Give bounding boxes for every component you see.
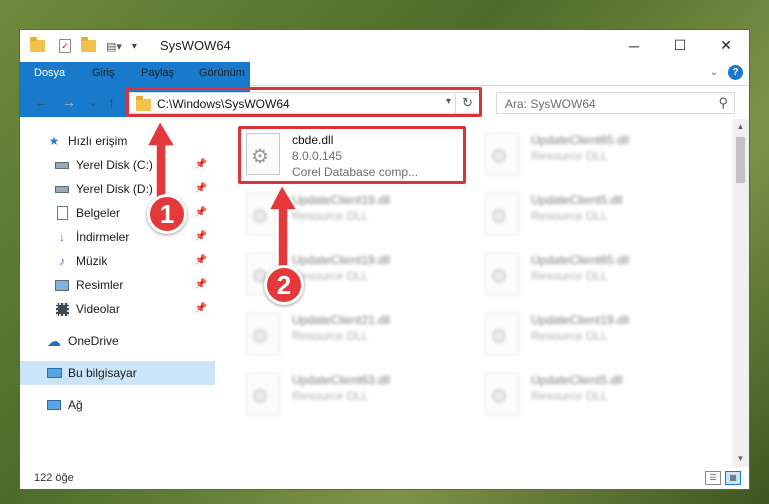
ribbon: Dosya Giriş Paylaş Görünüm ⌄ ? [20, 62, 749, 117]
new-folder-icon[interactable] [81, 37, 96, 52]
sidebar-item-local-disk-d[interactable]: Yerel Disk (D:) 📌 [20, 177, 215, 201]
tab-giris[interactable]: Giriş [92, 62, 115, 85]
pin-icon[interactable]: 📌 [195, 303, 207, 314]
videos-icon [54, 302, 70, 316]
back-button[interactable]: ← [34, 94, 48, 110]
pin-icon[interactable]: 📌 [195, 159, 207, 170]
scrollbar-thumb[interactable] [736, 137, 745, 183]
tab-paylas[interactable]: Paylaş [141, 62, 174, 85]
folder-icon [30, 37, 45, 52]
window-title: SysWOW64 [160, 38, 231, 53]
sidebar-item-downloads[interactable]: ↓ İndirmeler 📌 [20, 225, 215, 249]
dll-file-icon [485, 313, 519, 355]
details-view-icon[interactable]: ☰ [705, 471, 721, 485]
tiles-view-icon[interactable]: ▦ [725, 471, 741, 485]
pin-icon[interactable]: 📌 [195, 183, 207, 194]
search-input[interactable]: Ara: SysWOW64 ⚲ [496, 92, 735, 114]
expand-ribbon-icon[interactable]: ⌄ [710, 67, 718, 78]
up-button[interactable]: ↑ [108, 94, 115, 110]
sidebar-item-onedrive[interactable]: ☁ OneDrive [20, 329, 215, 353]
tab-gorunum[interactable]: Görünüm [199, 62, 245, 85]
drive-icon [54, 182, 70, 196]
dll-file-icon [246, 373, 280, 415]
sidebar-item-network[interactable]: Ağ [20, 393, 215, 417]
dll-file-icon [485, 193, 519, 235]
forward-button[interactable]: → [62, 94, 76, 110]
file-item[interactable]: UpdateClient19.dll Resource DLL [242, 187, 472, 242]
dll-file-icon [485, 253, 519, 295]
file-item[interactable]: UpdateClient5.dll Resource DLL [481, 187, 711, 242]
search-placeholder: Ara: SysWOW64 [505, 97, 596, 111]
file-item[interactable]: UpdateClient65.dll Resource DLL [481, 127, 711, 182]
sidebar-item-music[interactable]: ♪ Müzik 📌 [20, 249, 215, 273]
music-icon: ♪ [59, 254, 65, 268]
sidebar-item-local-disk-c[interactable]: Yerel Disk (C:) 📌 [20, 153, 215, 177]
network-icon [46, 398, 62, 412]
pin-icon[interactable]: 📌 [195, 279, 207, 290]
close-button[interactable]: ✕ [703, 30, 749, 61]
chevron-up-icon[interactable]: ▲ [732, 119, 749, 135]
file-item[interactable]: UpdateClient21.dll Resource DLL [242, 307, 472, 362]
file-item[interactable]: UpdateClient65.dll Resource DLL [481, 247, 711, 302]
step-badge-2: 2 [264, 265, 304, 305]
search-icon[interactable]: ⚲ [718, 95, 728, 111]
title-bar: ✓ ▤▾ ▾ SysWOW64 ─ ☐ ✕ [20, 30, 749, 62]
file-item[interactable]: UpdateClient5.dll Resource DLL [481, 367, 711, 422]
maximize-button[interactable]: ☐ [657, 30, 703, 61]
sidebar-item-quick-access[interactable]: ★ Hızlı erişim [20, 129, 215, 153]
computer-icon [46, 366, 62, 380]
dll-file-icon [246, 193, 280, 235]
customize-toolbar-icon[interactable]: ▤▾ [106, 40, 122, 53]
properties-icon[interactable]: ✓ [59, 39, 71, 53]
file-highlight-box [238, 126, 466, 184]
recent-locations-button[interactable]: ⌄ [88, 96, 97, 109]
status-bar: 122 öğe ☰ ▦ [20, 468, 749, 489]
address-highlight-box [126, 87, 482, 117]
navigation-pane: ★ Hızlı erişim Yerel Disk (C:) 📌 Yerel D… [20, 119, 215, 466]
pin-icon[interactable]: 📌 [195, 231, 207, 242]
vertical-scrollbar[interactable]: ▲ ▼ [732, 119, 749, 467]
dll-file-icon [246, 313, 280, 355]
dll-file-icon [485, 373, 519, 415]
chevron-down-icon[interactable]: ▾ [132, 41, 137, 52]
sidebar-item-videos[interactable]: Videolar 📌 [20, 297, 215, 321]
help-icon[interactable]: ? [728, 65, 743, 80]
quick-access-toolbar: ✓ ▤▾ ▾ [30, 37, 137, 55]
file-item[interactable]: UpdateClient63.dll Resource DLL [242, 367, 472, 422]
cloud-icon: ☁ [47, 332, 61, 349]
star-icon: ★ [48, 134, 60, 148]
sidebar-item-pictures[interactable]: Resimler 📌 [20, 273, 215, 297]
pin-icon[interactable]: 📌 [195, 207, 207, 218]
pictures-icon [54, 278, 70, 292]
minimize-button[interactable]: ─ [611, 30, 657, 61]
sidebar-item-this-pc[interactable]: Bu bilgisayar [20, 361, 215, 385]
item-count: 122 öğe [34, 472, 74, 484]
step-badge-1: 1 [147, 194, 187, 234]
dll-file-icon [485, 133, 519, 175]
chevron-down-icon[interactable]: ▼ [732, 451, 749, 467]
pin-icon[interactable]: 📌 [195, 255, 207, 266]
documents-icon [54, 206, 70, 220]
download-icon: ↓ [59, 230, 65, 244]
drive-icon [54, 158, 70, 172]
file-item[interactable]: UpdateClient19.dll Resource DLL [481, 307, 711, 362]
